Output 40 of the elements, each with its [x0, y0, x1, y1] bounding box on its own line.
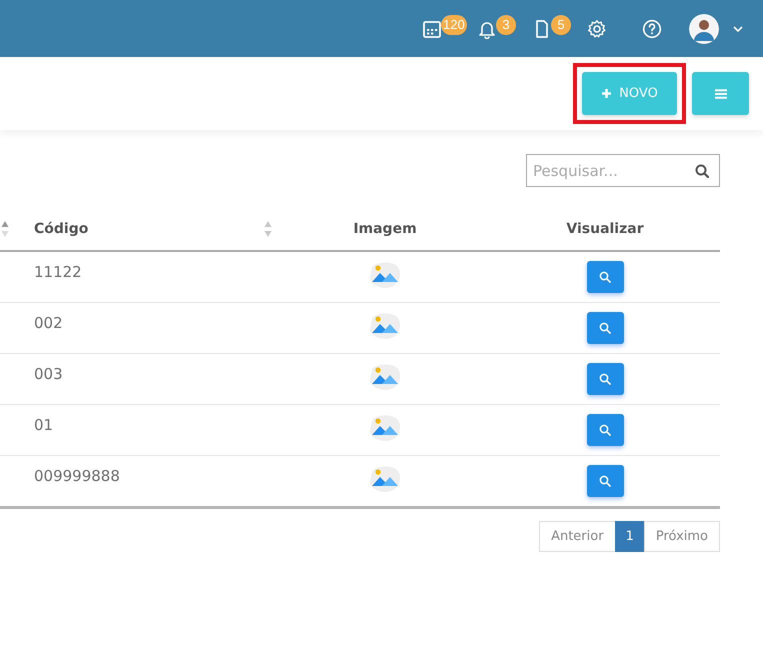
notification-count: 5 [551, 14, 571, 34]
table-cell: 01 [34, 416, 54, 434]
search-icon [599, 475, 611, 487]
settings-icon[interactable] [586, 18, 606, 38]
search-icon [695, 164, 709, 178]
search-icon [599, 373, 611, 385]
column-header[interactable]: Código [34, 221, 88, 237]
notification-count: 3 [496, 14, 516, 34]
table-cell: 002 [34, 314, 63, 332]
page-button[interactable]: 1 [614, 521, 645, 552]
plus-icon [601, 88, 612, 99]
image-icon [368, 464, 402, 494]
view-button[interactable] [586, 414, 624, 446]
page-button[interactable]: Anterior [539, 521, 616, 552]
image-icon [368, 311, 402, 341]
chevron-icon[interactable] [733, 26, 743, 32]
image-icon [368, 413, 402, 443]
help-icon[interactable] [642, 18, 662, 38]
search-icon [599, 424, 611, 436]
user-avatar[interactable] [689, 14, 719, 44]
sort-icon[interactable] [1, 219, 9, 239]
search-field[interactable]: Pesquisar... [526, 154, 720, 187]
menu-button[interactable] [692, 72, 749, 115]
notification-count: 120 [441, 14, 467, 34]
menu-icon [714, 88, 726, 98]
table-cell: 009999888 [34, 466, 120, 484]
calendar-icon[interactable] [422, 18, 442, 38]
image-icon [368, 362, 402, 392]
column-header[interactable]: Visualizar [566, 221, 644, 237]
view-button[interactable] [586, 363, 624, 395]
view-button[interactable] [586, 261, 624, 293]
table-cell: 11122 [34, 262, 82, 280]
view-button[interactable] [586, 465, 624, 497]
view-button[interactable] [586, 312, 624, 344]
search-icon [599, 322, 611, 334]
table-cell: 003 [34, 364, 63, 382]
search-icon [599, 271, 611, 283]
image-icon [368, 260, 402, 290]
page-button[interactable]: Próximo [644, 521, 720, 552]
column-header[interactable]: Imagem [353, 221, 417, 237]
